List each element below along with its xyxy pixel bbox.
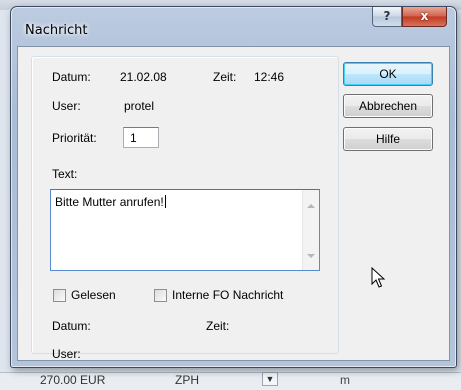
datum-label: Datum: (52, 70, 91, 84)
message-dialog: Nachricht ? x Datum: 21.02.08 Zeit: 12:4… (10, 6, 457, 368)
prioritaet-input[interactable]: 1 (123, 127, 159, 148)
abbrechen-button[interactable]: Abbrechen (343, 94, 433, 118)
mouse-pointer-icon (371, 267, 386, 288)
user-value: protel (124, 99, 155, 113)
zeit-label: Zeit: (213, 70, 237, 84)
message-text-value: Bitte Mutter anrufen! (55, 195, 164, 209)
dialog-client-area: Datum: 21.02.08 Zeit: 12:46 User: protel… (17, 46, 450, 361)
user-label: User: (52, 99, 81, 113)
read-datum-label: Datum: (52, 319, 91, 333)
read-user-label: User: (52, 347, 81, 361)
dialog-title: Nachricht (25, 23, 88, 38)
zeit-value: 12:46 (254, 70, 285, 84)
scroll-up-arrow-icon[interactable] (307, 204, 315, 208)
background-row-end: m (340, 373, 350, 387)
background-row-text: 270.00 EUR (40, 373, 106, 387)
hilfe-button[interactable]: Hilfe (343, 127, 433, 151)
gelesen-checkbox[interactable] (53, 289, 66, 302)
gelesen-label[interactable]: Gelesen (71, 288, 116, 302)
prioritaet-label: Priorität: (52, 131, 97, 145)
scroll-down-arrow-icon[interactable] (307, 254, 315, 258)
background-dropdown-icon: ▼ (262, 372, 278, 386)
message-text-area[interactable]: Bitte Mutter anrufen! (50, 189, 320, 271)
ok-button[interactable]: OK (343, 62, 433, 86)
datum-value: 21.02.08 (120, 70, 167, 84)
background-row-code: ZPH (175, 373, 199, 387)
text-scrollbar[interactable] (302, 190, 319, 270)
text-label: Text: (52, 167, 78, 181)
help-title-button[interactable]: ? (372, 7, 402, 27)
read-zeit-label: Zeit: (206, 319, 230, 333)
interne-fo-label[interactable]: Interne FO Nachricht (172, 288, 283, 302)
text-caret (164, 195, 166, 208)
interne-fo-checkbox[interactable] (154, 289, 167, 302)
close-button[interactable]: x (402, 7, 447, 27)
